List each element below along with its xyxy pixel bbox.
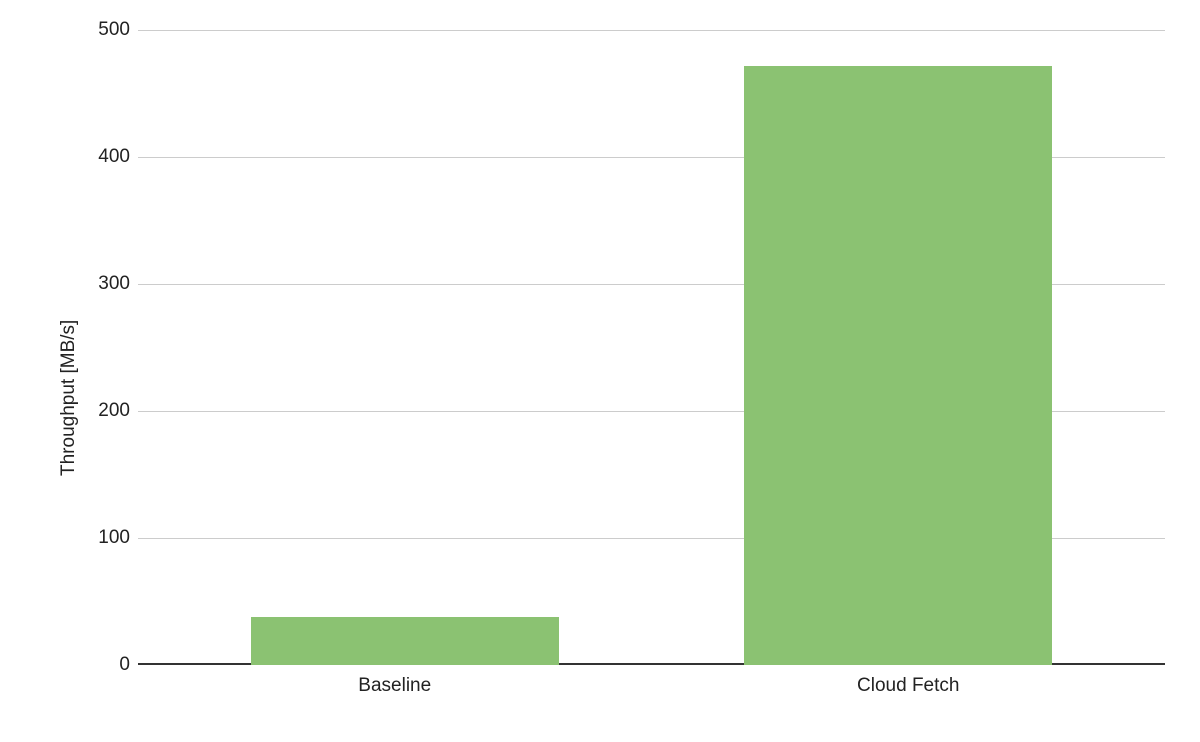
- x-tick-label: Baseline: [138, 665, 652, 720]
- x-tick-label: Cloud Fetch: [652, 665, 1166, 720]
- y-tick-label: 300: [98, 273, 130, 295]
- plot-inner: [138, 30, 1165, 665]
- y-tick-label: 200: [98, 400, 130, 422]
- y-tick-label: 500: [98, 19, 130, 41]
- y-tick-label: 400: [98, 146, 130, 168]
- plot-area: Baseline Cloud Fetch: [138, 20, 1175, 720]
- bar-baseline: [251, 617, 559, 665]
- x-axis-labels: Baseline Cloud Fetch: [138, 665, 1165, 720]
- y-tick-label: 0: [119, 654, 130, 676]
- gridline: [138, 30, 1165, 31]
- y-axis: 500 400 300 200 100 0: [83, 20, 138, 720]
- chart-container: Throughput [MB/s] 500 400 300 200 100 0 …: [55, 20, 1175, 720]
- bar-cloud-fetch: [744, 66, 1052, 665]
- y-tick-label: 100: [98, 527, 130, 549]
- y-axis-label: Throughput [MB/s]: [55, 20, 83, 720]
